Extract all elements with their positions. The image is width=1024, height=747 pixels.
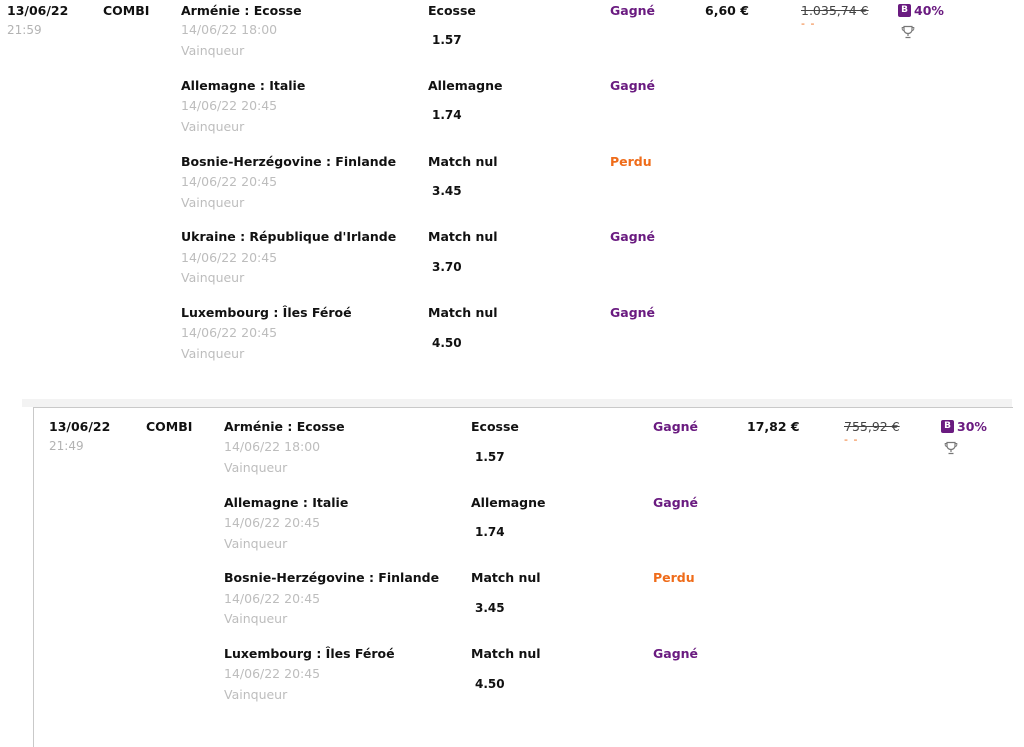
leg-datetime: 14/06/22 20:45 xyxy=(181,98,278,113)
bet-type: COMBI xyxy=(103,3,150,18)
leg-datetime: 14/06/22 20:45 xyxy=(181,325,278,340)
leg-odds: 4.50 xyxy=(475,677,505,691)
leg-match: Arménie : Ecosse xyxy=(181,3,302,18)
bet-date: 13/06/22 xyxy=(7,3,69,18)
leg-selection: Match nul xyxy=(428,154,498,169)
bet-card[interactable]: 13/06/22 21:49 COMBI 17,82 € 755,92 € - … xyxy=(33,407,1013,747)
leg-selection: Match nul xyxy=(428,305,498,320)
leg-market: Vainqueur xyxy=(181,119,245,134)
boost-icon: B xyxy=(898,4,911,17)
leg-match: Allemagne : Italie xyxy=(181,78,306,93)
leg-status: Gagné xyxy=(610,3,656,18)
leg-market: Vainqueur xyxy=(181,346,245,361)
leg-match: Arménie : Ecosse xyxy=(224,419,345,434)
leg-odds: 4.50 xyxy=(432,336,462,350)
leg-odds: 1.57 xyxy=(432,33,462,47)
boost-icon: B xyxy=(941,420,954,433)
leg-status: Perdu xyxy=(653,570,695,585)
leg-odds: 3.45 xyxy=(475,601,505,615)
potential-gain: 755,92 € xyxy=(844,419,900,434)
leg-selection: Match nul xyxy=(471,646,541,661)
leg-datetime: 14/06/22 18:00 xyxy=(181,22,278,37)
leg-match: Bosnie-Herzégovine : Finlande xyxy=(224,570,440,585)
leg-status: Gagné xyxy=(653,646,699,661)
bet-time: 21:59 xyxy=(7,23,42,37)
bet-date: 13/06/22 xyxy=(49,419,111,434)
leg-market: Vainqueur xyxy=(181,195,245,210)
leg-datetime: 14/06/22 18:00 xyxy=(224,439,321,454)
leg-match: Bosnie-Herzégovine : Finlande xyxy=(181,154,397,169)
leg-selection: Allemagne xyxy=(471,495,546,510)
boost-badge: B 40% xyxy=(898,3,944,18)
leg-status: Gagné xyxy=(610,229,656,244)
leg-datetime: 14/06/22 20:45 xyxy=(181,250,278,265)
leg-match: Ukraine : République d'Irlande xyxy=(181,229,397,244)
bet-card[interactable]: 13/06/22 21:59 COMBI 6,60 € 1.035,74 € -… xyxy=(0,0,1024,380)
leg-datetime: 14/06/22 20:45 xyxy=(224,515,321,530)
bet-stake: 6,60 € xyxy=(705,3,749,18)
bet-separator xyxy=(22,399,1012,407)
gain-dashes: - - xyxy=(801,17,816,30)
potential-gain: 1.035,74 € xyxy=(801,3,869,18)
bet-type: COMBI xyxy=(146,419,193,434)
leg-selection: Match nul xyxy=(428,229,498,244)
boost-value: 40% xyxy=(914,3,944,18)
bet-time: 21:49 xyxy=(49,439,84,453)
leg-status: Gagné xyxy=(653,419,699,434)
boost-value: 30% xyxy=(957,419,987,434)
leg-market: Vainqueur xyxy=(181,43,245,58)
leg-status: Perdu xyxy=(610,154,652,169)
trophy-icon[interactable] xyxy=(944,441,958,455)
leg-odds: 3.45 xyxy=(432,184,462,198)
leg-datetime: 14/06/22 20:45 xyxy=(224,591,321,606)
leg-odds: 1.57 xyxy=(475,450,505,464)
leg-odds: 3.70 xyxy=(432,260,462,274)
leg-match: Luxembourg : Îles Féroé xyxy=(181,305,352,320)
leg-selection: Match nul xyxy=(471,570,541,585)
leg-odds: 1.74 xyxy=(432,108,462,122)
leg-status: Gagné xyxy=(610,305,656,320)
leg-match: Allemagne : Italie xyxy=(224,495,349,510)
leg-market: Vainqueur xyxy=(181,270,245,285)
trophy-icon[interactable] xyxy=(901,25,915,39)
leg-selection: Ecosse xyxy=(428,3,476,18)
leg-datetime: 14/06/22 20:45 xyxy=(224,666,321,681)
leg-selection: Allemagne xyxy=(428,78,503,93)
leg-status: Gagné xyxy=(610,78,656,93)
leg-odds: 1.74 xyxy=(475,525,505,539)
leg-market: Vainqueur xyxy=(224,611,288,626)
leg-selection: Ecosse xyxy=(471,419,519,434)
gain-dashes: - - xyxy=(844,433,859,446)
leg-match: Luxembourg : Îles Féroé xyxy=(224,646,395,661)
leg-market: Vainqueur xyxy=(224,536,288,551)
leg-market: Vainqueur xyxy=(224,460,288,475)
bet-stake: 17,82 € xyxy=(747,419,800,434)
leg-datetime: 14/06/22 20:45 xyxy=(181,174,278,189)
leg-status: Gagné xyxy=(653,495,699,510)
boost-badge: B 30% xyxy=(941,419,987,434)
leg-market: Vainqueur xyxy=(224,687,288,702)
